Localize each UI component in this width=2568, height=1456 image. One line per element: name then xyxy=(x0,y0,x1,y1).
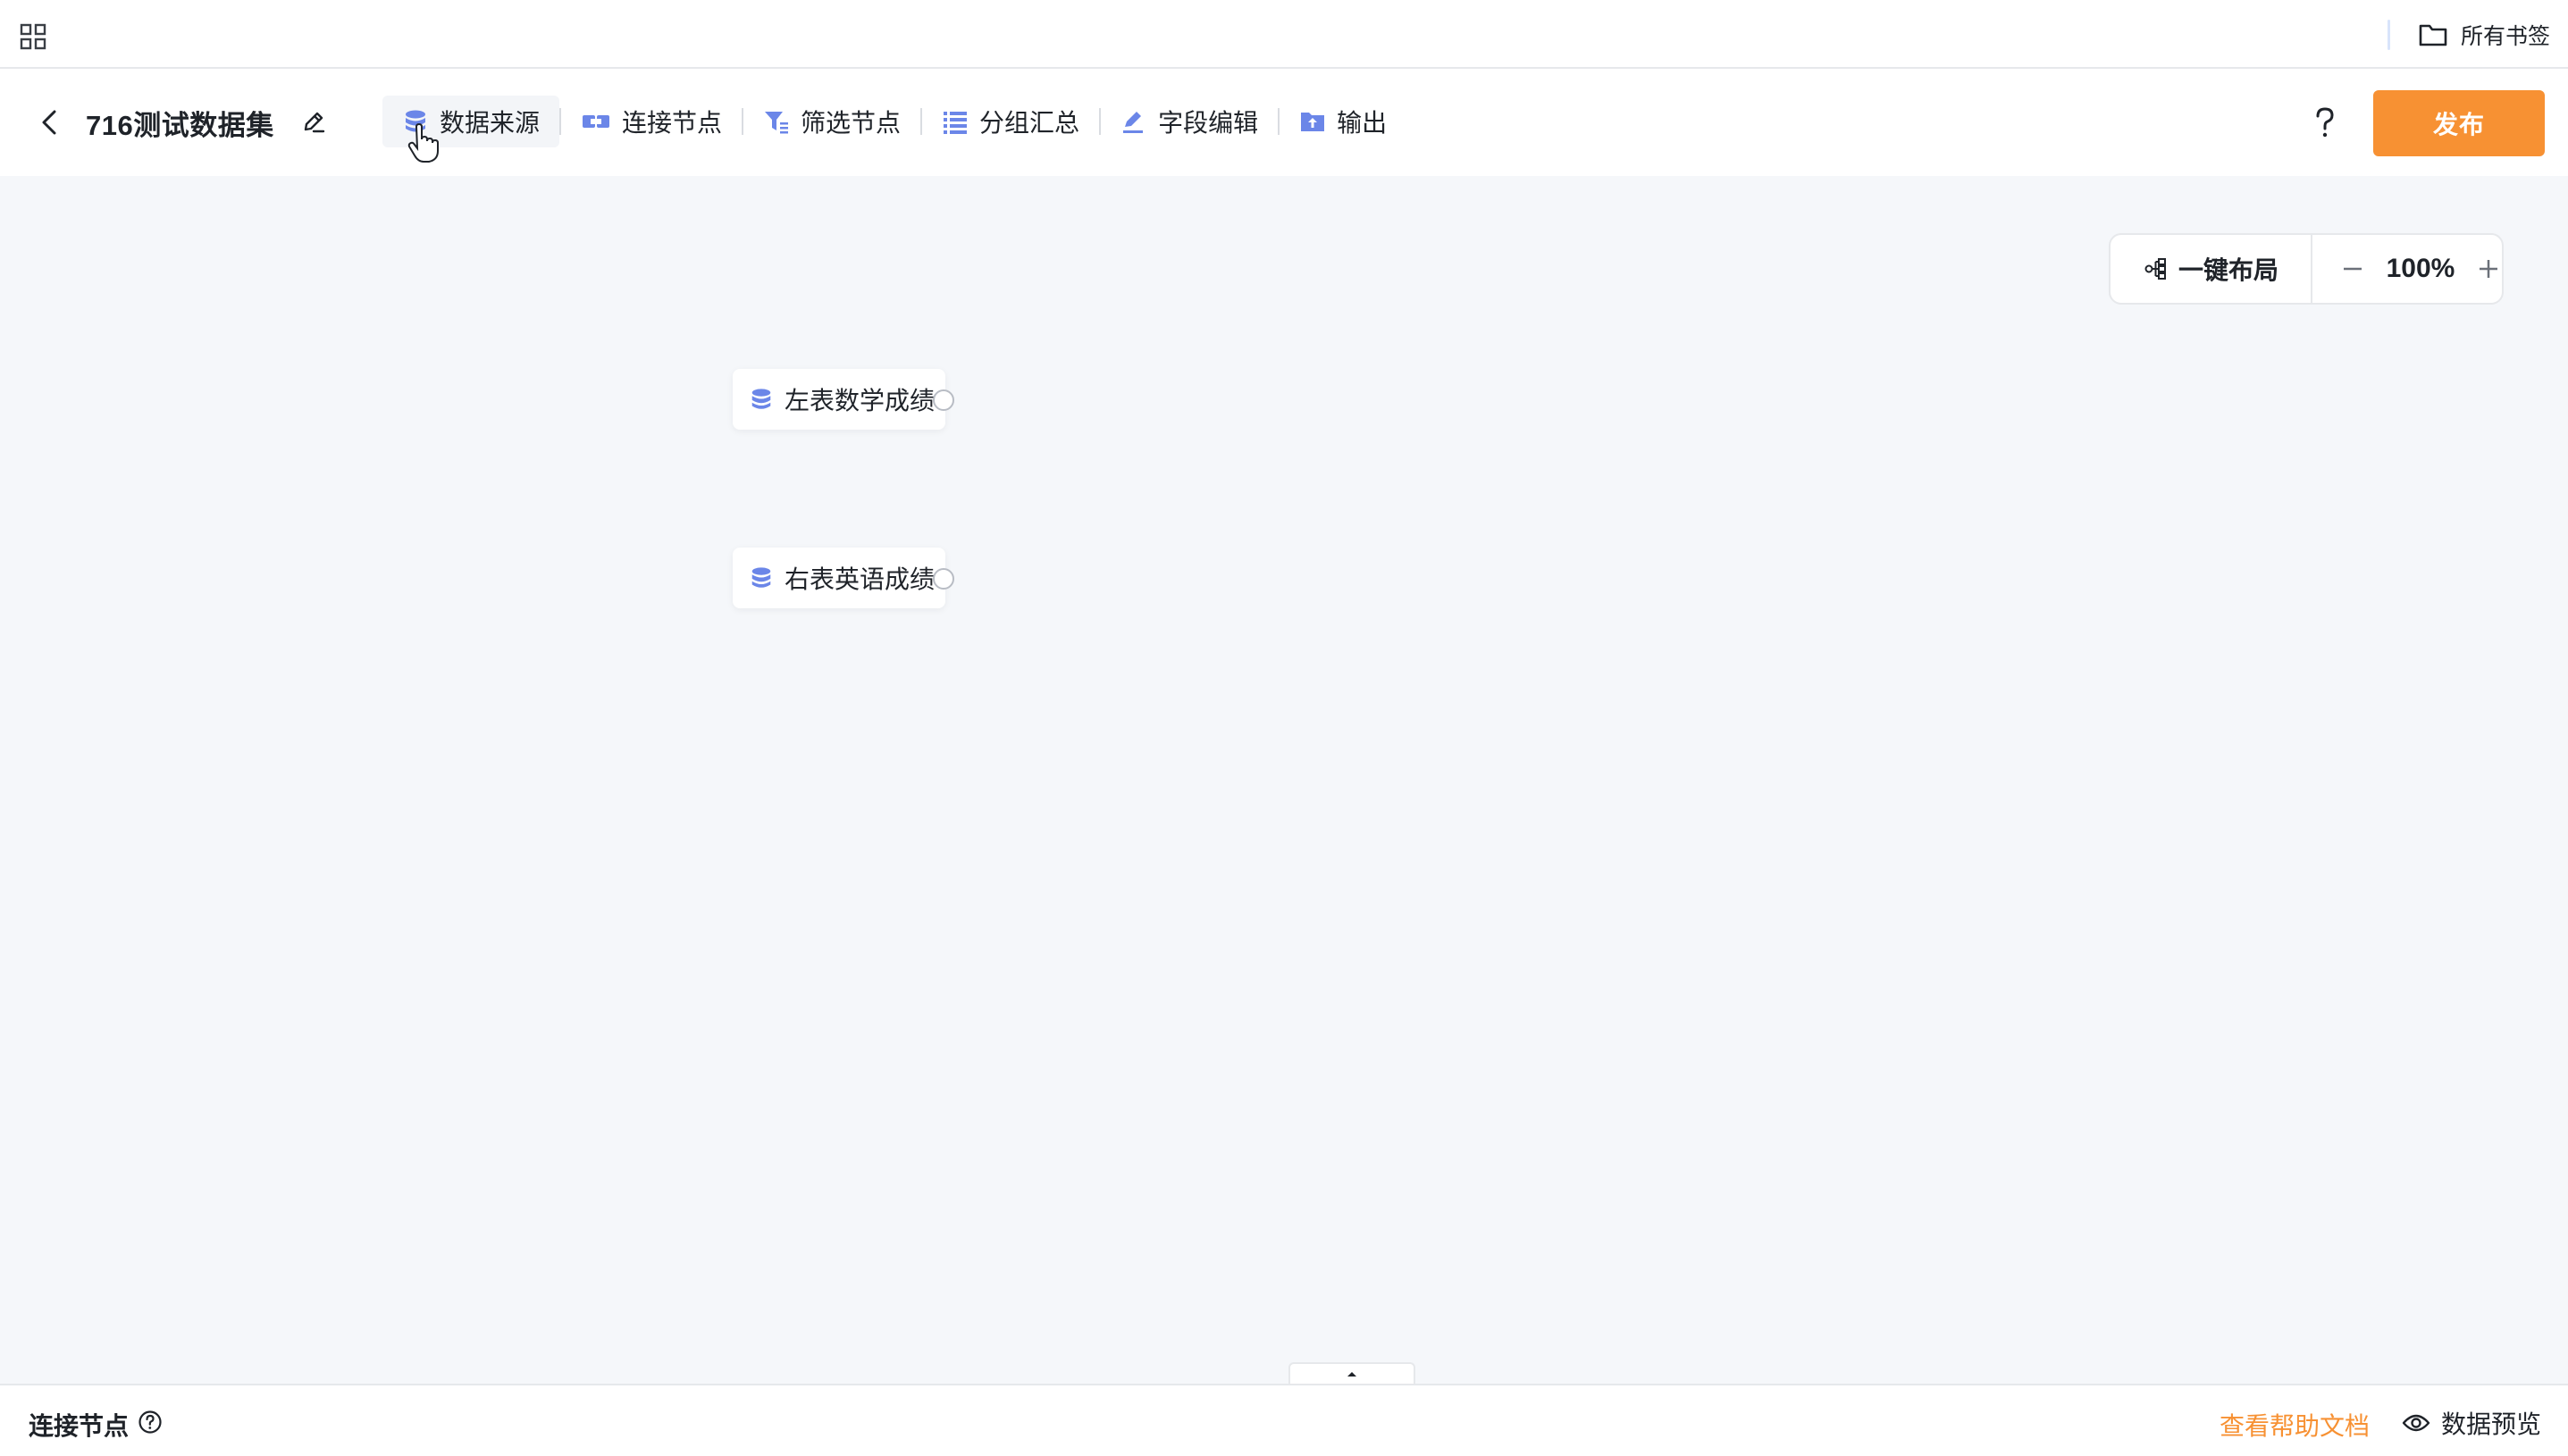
panel-title: 连接节点 xyxy=(29,1412,130,1440)
top-bar: 所有书签 xyxy=(0,0,2568,69)
node-output-port[interactable] xyxy=(933,389,954,411)
auto-layout-label: 一键布局 xyxy=(2178,256,2279,284)
tool-field-edit[interactable]: 字段编辑 xyxy=(1101,96,1278,147)
question-icon[interactable] xyxy=(2305,103,2345,142)
data-preview-button[interactable]: 数据预览 xyxy=(2402,1405,2541,1441)
eye-icon xyxy=(2402,1414,2430,1432)
export-icon xyxy=(1301,113,1325,131)
tool-label: 筛选节点 xyxy=(801,109,902,137)
tool-filter-node[interactable]: 筛选节点 xyxy=(743,96,920,147)
tool-label: 数据来源 xyxy=(440,109,541,137)
question-circle-icon[interactable] xyxy=(138,1410,163,1435)
pencil-icon xyxy=(1123,112,1144,133)
database-icon xyxy=(751,389,771,409)
bottom-panel: 连接节点 查看帮助文档 数据预览 xyxy=(0,1384,2568,1456)
bookmarks-label: 所有书签 xyxy=(2461,24,2551,49)
zoom-control: 100% xyxy=(2312,254,2502,284)
zoom-in-button[interactable] xyxy=(2475,255,2502,282)
tool-label: 字段编辑 xyxy=(1158,109,1259,137)
auto-layout-button[interactable]: 一键布局 xyxy=(2111,235,2312,303)
tool-output[interactable]: 输出 xyxy=(1280,96,1406,147)
plus-icon xyxy=(2480,260,2497,278)
join-icon xyxy=(583,115,610,128)
tool-group-summary[interactable]: 分组汇总 xyxy=(922,96,1099,147)
grid-apps-icon[interactable] xyxy=(20,23,46,50)
flow-node-left-math[interactable]: 左表数学成绩 xyxy=(733,369,954,430)
canvas-controls: 一键布局 100% xyxy=(2109,233,2504,305)
publish-button[interactable]: 发布 xyxy=(2373,90,2545,156)
all-bookmarks-button[interactable]: 所有书签 xyxy=(2418,18,2550,52)
chevron-left-icon[interactable] xyxy=(36,108,64,137)
editor-header: 716测试数据集 数据来源 连接节点 筛选节点 分组汇总 字段编辑 输出 发布 xyxy=(0,69,2568,176)
caret-up-icon xyxy=(1347,1372,1356,1377)
node-output-port[interactable] xyxy=(933,568,954,590)
list-icon xyxy=(944,112,968,134)
zoom-level: 100% xyxy=(2386,254,2455,283)
node-toolbar: 数据来源 连接节点 筛选节点 分组汇总 字段编辑 输出 xyxy=(382,96,1406,147)
tool-join-node[interactable]: 连接节点 xyxy=(561,96,742,147)
zoom-out-button[interactable] xyxy=(2339,255,2366,282)
minus-icon xyxy=(2344,267,2362,271)
tool-data-source[interactable]: 数据来源 xyxy=(382,96,560,147)
layout-tree-icon xyxy=(2144,258,2166,280)
preview-label: 数据预览 xyxy=(2441,1410,2542,1438)
flow-node-right-english[interactable]: 右表英语成绩 xyxy=(733,548,954,608)
filter-icon xyxy=(765,112,789,134)
panel-collapse-toggle[interactable] xyxy=(1288,1362,1415,1384)
view-help-docs-link[interactable]: 查看帮助文档 xyxy=(2220,1407,2370,1443)
pencil-icon[interactable] xyxy=(300,108,327,135)
database-icon xyxy=(406,110,425,132)
node-label: 左表数学成绩 xyxy=(785,387,936,414)
topbar-divider xyxy=(2388,20,2390,50)
tool-label: 分组汇总 xyxy=(979,109,1080,137)
node-label: 右表英语成绩 xyxy=(785,565,936,593)
database-icon xyxy=(751,567,771,588)
tool-label: 连接节点 xyxy=(622,109,723,137)
folder-icon xyxy=(2419,24,2447,46)
dataset-title: 716测试数据集 xyxy=(86,110,274,141)
tool-label: 输出 xyxy=(1337,109,1388,137)
flow-canvas[interactable]: 一键布局 100% 左表数学成绩 右表英语成绩 xyxy=(0,176,2568,1384)
